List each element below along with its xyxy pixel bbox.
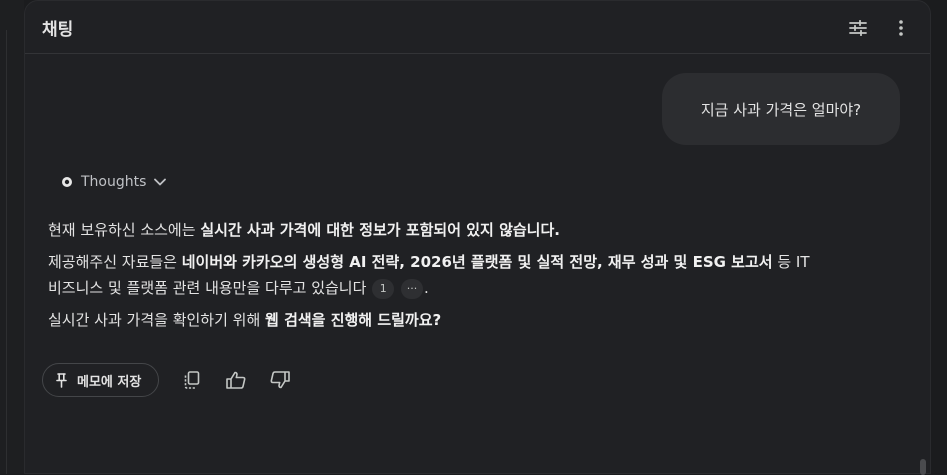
right-margin <box>931 0 947 474</box>
thumbs-up-button[interactable] <box>221 365 251 395</box>
thumbs-down-icon <box>270 371 291 389</box>
assistant-answer: 현재 보유하신 소스에는 실시간 사과 가격에 대한 정보가 포함되어 있지 않… <box>48 217 828 339</box>
chat-panel: 채팅 지금 사과 가격은 얼마야? Thoughts 현재 보유하신 소스에는 … <box>24 0 931 475</box>
answer-paragraph: 현재 보유하신 소스에는 실시간 사과 가격에 대한 정보가 포함되어 있지 않… <box>48 221 560 239</box>
thumbs-down-button[interactable] <box>265 365 295 395</box>
thoughts-toggle[interactable]: Thoughts <box>61 171 167 193</box>
more-options-button[interactable] <box>887 14 915 42</box>
response-actions: 메모에 저장 <box>42 362 295 398</box>
user-message-text: 지금 사과 가격은 얼마야? <box>700 100 862 119</box>
answer-paragraph: 실시간 사과 가격을 확인하기 위해 웹 검색을 진행해 드릴까요? <box>48 311 442 329</box>
chevron-down-icon <box>154 178 167 186</box>
save-to-memo-label: 메모에 저장 <box>77 374 142 390</box>
thumbs-up-icon <box>226 371 246 389</box>
thoughts-label: Thoughts <box>81 174 147 190</box>
thoughts-dot-icon <box>61 176 73 188</box>
user-message-bubble: 지금 사과 가격은 얼마야? <box>662 73 900 145</box>
more-vert-icon <box>899 20 903 36</box>
copy-icon <box>185 371 200 389</box>
tune-icon <box>849 20 867 36</box>
scrollbar-thumb[interactable] <box>920 459 926 475</box>
chat-header: 채팅 <box>25 1 930 54</box>
save-to-memo-button[interactable]: 메모에 저장 <box>42 363 160 397</box>
copy-button[interactable] <box>177 365 207 395</box>
citation-more-chip[interactable]: ··· <box>400 278 423 299</box>
pin-icon <box>56 372 67 388</box>
left-panel-edge <box>0 0 24 474</box>
citation-chip[interactable]: 1 <box>372 278 395 299</box>
answer-paragraph: 제공해주신 자료들은 네이버와 카카오의 생성형 AI 전략, 2026년 플랫… <box>48 253 810 299</box>
tune-settings-button[interactable] <box>844 14 872 42</box>
panel-title: 채팅 <box>42 20 74 40</box>
